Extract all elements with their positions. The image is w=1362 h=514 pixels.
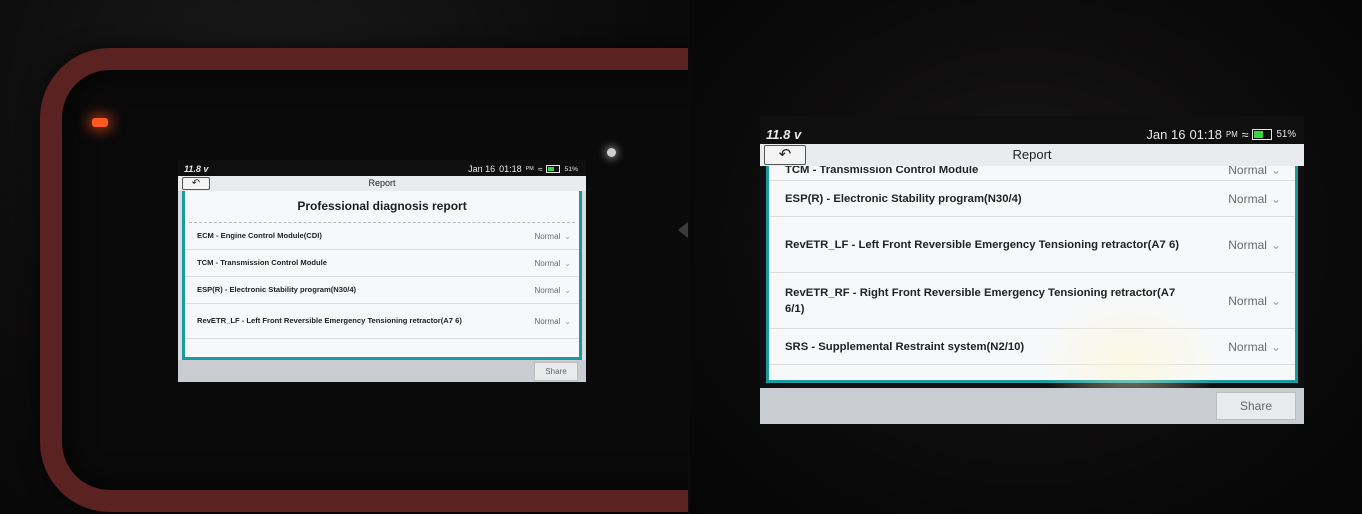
battery-icon bbox=[546, 165, 561, 173]
status-text: Normal bbox=[1228, 293, 1267, 308]
chevron-down-icon: ⌄ bbox=[1270, 293, 1281, 308]
module-name: ESP(R) - Electronic Stability program(N3… bbox=[197, 285, 357, 294]
module-name: RevETR_RF - Right Front Reversible Emerg… bbox=[785, 286, 1176, 315]
list-item[interactable]: RevETR_LF - Left Front Reversible Emerge… bbox=[185, 304, 579, 339]
bottom-bar: Share bbox=[760, 388, 1304, 424]
chevron-down-icon: ⌄ bbox=[1270, 339, 1281, 354]
report-heading: Professional diagnosis report bbox=[189, 191, 575, 223]
title-bar: ↶ Report bbox=[760, 144, 1304, 166]
module-name: RevETR_LF - Left Front Reversible Emerge… bbox=[785, 238, 1180, 251]
list-item[interactable]: RevETR_LF - Left Front Reversible Emerge… bbox=[769, 217, 1295, 273]
voltage-readout: 11.8 v bbox=[184, 164, 209, 174]
chevron-down-icon: ⌄ bbox=[1270, 191, 1281, 206]
list-item[interactable]: SRS - Supplemental Restraint system(N2/1… bbox=[769, 329, 1295, 365]
module-status: Normal ⌄ bbox=[535, 317, 571, 326]
back-button[interactable]: ↶ bbox=[182, 177, 210, 190]
chevron-down-icon: ⌄ bbox=[564, 316, 571, 326]
report-panel: TCM - Transmission Control Module Normal… bbox=[766, 166, 1298, 383]
module-status: Normal ⌄ bbox=[535, 286, 571, 295]
chevron-down-icon: ⌄ bbox=[564, 231, 571, 241]
list-item[interactable]: TCM - Transmission Control Module Normal… bbox=[185, 250, 579, 277]
battery-percent: 51% bbox=[1276, 129, 1296, 140]
module-status: Normal ⌄ bbox=[1228, 238, 1281, 252]
module-name: ESP(R) - Electronic Stability program(N3… bbox=[785, 192, 1022, 205]
time: 01:18 bbox=[1189, 127, 1222, 142]
module-name: TCM - Transmission Control Module bbox=[197, 258, 327, 267]
status-text: Normal bbox=[534, 258, 561, 268]
status-text: Normal bbox=[1228, 237, 1267, 252]
back-button[interactable]: ↶ bbox=[764, 145, 806, 165]
list-item[interactable]: ECM - Engine Control Module(CDI) Normal ⌄ bbox=[185, 223, 579, 250]
photo-left: 11.8 v Jan 16 01:18 PM ≈ 51% ↶ Report Pr… bbox=[0, 0, 688, 514]
device-screen: 11.8 v Jan 16 01:18 PM ≈ 51% ↶ Report TC… bbox=[760, 116, 1304, 424]
module-status: Normal ⌄ bbox=[535, 232, 571, 241]
module-name: ECM - Engine Control Module(CDI) bbox=[197, 231, 322, 240]
ampm: PM bbox=[525, 166, 534, 172]
report-list[interactable]: TCM - Transmission Control Module Normal… bbox=[769, 166, 1295, 365]
bottom-bar: Share bbox=[178, 360, 586, 382]
status-text: Normal bbox=[534, 231, 561, 241]
module-name: TCM - Transmission Control Module bbox=[785, 166, 979, 176]
list-item[interactable]: ESP(R) - Electronic Stability program(N3… bbox=[185, 277, 579, 304]
module-status: Normal ⌄ bbox=[1228, 340, 1281, 354]
date: Jan 16 bbox=[1146, 127, 1186, 142]
back-arrow-icon: ↶ bbox=[191, 178, 201, 189]
page-title: Report bbox=[1012, 147, 1052, 162]
battery-percent: 51% bbox=[564, 165, 578, 173]
status-right: Jan 16 01:18 PM ≈ 51% bbox=[1146, 127, 1296, 142]
module-status: Normal ⌄ bbox=[1228, 192, 1281, 206]
share-button[interactable]: Share bbox=[1216, 392, 1296, 420]
wifi-icon: ≈ bbox=[537, 164, 543, 174]
battery-icon bbox=[1252, 129, 1273, 140]
camera-lens bbox=[607, 148, 616, 157]
side-arrow-icon bbox=[678, 222, 688, 238]
module-status: Normal ⌄ bbox=[1228, 166, 1281, 177]
status-bar: 11.8 v Jan 16 01:18 PM ≈ 51% bbox=[178, 160, 586, 176]
module-status: Normal ⌄ bbox=[1228, 294, 1281, 308]
page-title: Report bbox=[368, 178, 396, 188]
chevron-down-icon: ⌄ bbox=[1270, 237, 1281, 252]
chevron-down-icon: ⌄ bbox=[564, 258, 571, 268]
status-text: Normal bbox=[1228, 339, 1267, 354]
status-text: Normal bbox=[534, 316, 561, 326]
chevron-down-icon: ⌄ bbox=[1270, 166, 1281, 177]
report-panel: Professional diagnosis report ECM - Engi… bbox=[182, 191, 582, 360]
status-text: Normal bbox=[1228, 166, 1267, 177]
status-bar: 11.8 v Jan 16 01:18 PM ≈ 51% bbox=[760, 116, 1304, 144]
status-text: Normal bbox=[534, 285, 561, 295]
title-bar: ↶ Report bbox=[178, 176, 586, 191]
wifi-icon: ≈ bbox=[1241, 127, 1249, 142]
time: 01:18 bbox=[499, 164, 522, 174]
ampm: PM bbox=[1226, 130, 1238, 139]
share-button[interactable]: Share bbox=[534, 362, 578, 381]
date: Jan 16 bbox=[468, 164, 496, 174]
power-led bbox=[92, 118, 108, 127]
voltage-readout: 11.8 v bbox=[766, 127, 802, 142]
list-item[interactable]: RevETR_RF - Right Front Reversible Emerg… bbox=[769, 273, 1295, 329]
back-arrow-icon: ↶ bbox=[778, 146, 792, 163]
module-name: RevETR_LF - Left Front Reversible Emerge… bbox=[197, 316, 462, 325]
photo-right: 11.8 v Jan 16 01:18 PM ≈ 51% ↶ Report TC… bbox=[690, 0, 1362, 514]
report-list[interactable]: ECM - Engine Control Module(CDI) Normal ⌄… bbox=[185, 223, 579, 339]
list-item[interactable]: ESP(R) - Electronic Stability program(N3… bbox=[769, 181, 1295, 217]
status-text: Normal bbox=[1228, 191, 1267, 206]
device-screen: 11.8 v Jan 16 01:18 PM ≈ 51% ↶ Report Pr… bbox=[178, 160, 586, 382]
module-status: Normal ⌄ bbox=[535, 259, 571, 268]
status-right: Jan 16 01:18 PM ≈ 51% bbox=[468, 164, 578, 174]
module-name: SRS - Supplemental Restraint system(N2/1… bbox=[785, 340, 1025, 353]
chevron-down-icon: ⌄ bbox=[564, 285, 571, 295]
list-item[interactable]: TCM - Transmission Control Module Normal… bbox=[769, 166, 1295, 181]
